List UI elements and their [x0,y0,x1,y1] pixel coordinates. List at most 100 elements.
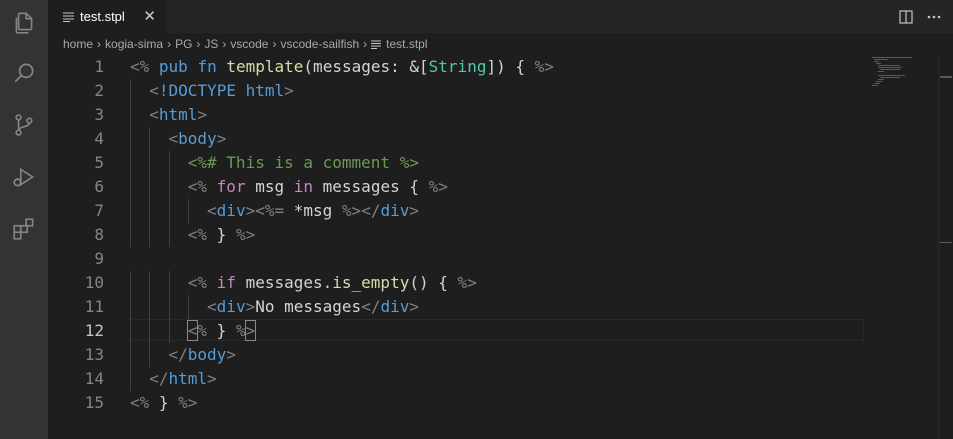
code-line[interactable]: 14 </html> [48,367,868,391]
code-token: <%# This is a comment %> [187,153,419,172]
code-token: < [168,129,179,148]
indent-guide [130,223,131,247]
indent-guide [130,151,131,175]
code-token: } [207,225,236,244]
code-line[interactable]: 8 <% } %> [48,223,868,247]
code-token: !DOCTYPE [158,81,236,100]
indent-guide [130,367,131,391]
breadcrumb-item[interactable]: vscode-sailfish [280,37,359,51]
indent-guide [168,175,170,199]
code-line[interactable]: 12 <% } %> [48,319,868,343]
code-line[interactable]: 13 </body> [48,343,868,367]
minimap-line [880,69,900,70]
indent-guide [168,223,170,247]
code-line[interactable]: 2 <!DOCTYPE html> [48,79,868,103]
code-text: </html> [149,367,216,391]
code-token: > [409,201,419,220]
code-line[interactable]: 10 <% if messages.is_empty() { %> [48,271,868,295]
indent-guide [149,343,151,367]
indent-guide [149,223,151,247]
code-token: div [216,201,246,220]
indent-guide [168,271,170,295]
code-token: div [380,297,410,316]
code-text: <% if messages.is_empty() { %> [188,271,477,295]
extensions-icon[interactable] [9,214,39,244]
line-number: 2 [94,81,104,100]
code-token: <% [187,177,208,196]
code-token: html [245,81,285,100]
source-control-icon[interactable] [9,110,39,140]
minimap-line [872,85,879,86]
code-token: %> [534,57,554,76]
code-token: % [197,321,208,340]
breadcrumb-item[interactable]: JS [204,37,218,51]
code-line[interactable]: 11 <div>No messages</div> [48,295,868,319]
code-token: body [187,345,227,364]
tab-label: test.stpl [80,9,125,24]
code-token: (messages: &[ [303,57,429,76]
code-token: if [216,273,236,292]
breadcrumb-item[interactable]: test.stpl [386,37,427,51]
code-line[interactable]: 9 [48,247,868,271]
indent-guide [149,319,151,343]
minimap-line [872,57,912,58]
indent-guide [130,175,131,199]
search-icon[interactable] [9,58,39,88]
indent-guide [168,319,170,343]
code-line[interactable]: 3 <html> [48,103,868,127]
activity-bar [0,0,48,439]
code-token: > [207,369,217,388]
code-token: () { [409,273,458,292]
code-token: </ [168,345,188,364]
breadcrumb-item[interactable]: kogia-sima [105,37,163,51]
code-token: template [226,57,304,76]
code-token: in [293,177,314,196]
code-line[interactable]: 5 <%# This is a comment %> [48,151,868,175]
code-line[interactable]: 6 <% for msg in messages { %> [48,175,868,199]
split-editor-icon[interactable] [899,9,913,24]
code-token: <% [187,225,208,244]
code-token: < [149,81,159,100]
code-token: <%= [255,201,285,220]
code-line[interactable]: 4 <body> [48,127,868,151]
indent-guide [149,127,151,151]
minimap-line [878,71,885,72]
more-icon[interactable] [927,15,941,19]
run-debug-icon[interactable] [9,162,39,192]
breadcrumb-item[interactable]: PG [175,37,192,51]
indent-guide [149,151,151,175]
minimap-line [878,65,900,66]
code-token: </ [361,297,381,316]
lines-icon [63,12,75,22]
breadcrumb-item[interactable]: home [63,37,93,51]
code-token: > [284,81,294,100]
line-number: 13 [84,345,104,364]
chevron-right-icon: › [363,37,368,51]
ruler-cursor-mark [940,76,952,78]
code-editor[interactable]: 1 <% pub fn template(messages: &[String])… [48,55,868,439]
overview-ruler[interactable] [938,55,953,439]
code-token: %> [457,273,477,292]
minimap[interactable] [868,55,940,439]
code-token: < [149,105,159,124]
indent-guide [130,199,131,223]
breadcrumb-item[interactable]: vscode [230,37,268,51]
close-icon[interactable]: ✕ [143,7,156,25]
code-line[interactable]: 7 <div><%= *msg %></div> [48,199,868,223]
code-line[interactable]: 15 <% } %> [48,391,868,415]
code-text: <% pub fn template(messages: &[String]) … [130,55,554,79]
line-number: 10 [84,273,104,292]
lines-icon [371,40,382,49]
indent-guide [130,271,131,295]
code-line[interactable]: 1 <% pub fn template(messages: &[String])… [48,55,868,79]
chevron-right-icon: › [222,37,227,51]
code-token: String [428,57,487,76]
code-text: <% } %> [186,319,257,343]
line-number: 14 [84,369,104,388]
files-icon[interactable] [9,8,39,38]
tab-test-stpl[interactable]: test.stpl ✕ [48,0,167,33]
indent-guide [130,127,131,151]
